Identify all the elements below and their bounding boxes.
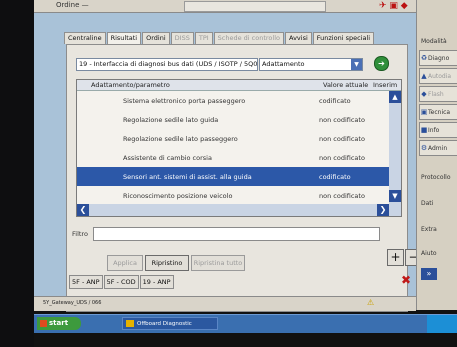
row-value: non codificato bbox=[319, 135, 365, 143]
status-bar: 5Y_Gateway_UDS / 066 ⚠ bbox=[34, 296, 416, 311]
sidebar-item-autodiagnosi[interactable]: ▲Autodia bbox=[419, 68, 457, 84]
go-arrow-button[interactable]: ➔ bbox=[374, 56, 389, 71]
sidebar-dati[interactable]: Dati bbox=[421, 200, 433, 207]
filter-label: Filtro bbox=[72, 230, 88, 238]
order-field[interactable] bbox=[184, 1, 326, 12]
chevron-up-icon[interactable]: ▲ bbox=[389, 91, 401, 103]
tab-centraline[interactable]: Centraline bbox=[64, 32, 106, 44]
tab-risultati[interactable]: Risultati bbox=[106, 32, 142, 44]
tab-diss[interactable]: DISS bbox=[170, 32, 194, 44]
row-param: Sistema elettronico porta passeggero bbox=[123, 97, 246, 105]
horizontal-scrollbar[interactable]: ❮ ❯ bbox=[77, 204, 389, 216]
chevron-down-icon[interactable]: ▼ bbox=[351, 59, 362, 70]
row-value: non codificato bbox=[319, 154, 365, 162]
tab-tpi[interactable]: TPI bbox=[194, 32, 213, 44]
toolbar-icons[interactable]: ✈ ▣ ◆ bbox=[379, 1, 408, 11]
function-code-bar: 5F - ANP 5F - COD 19 - ANP bbox=[69, 275, 175, 289]
car-icon: ▣ bbox=[420, 108, 428, 116]
windows-logo-icon bbox=[40, 320, 47, 327]
app-icon bbox=[126, 320, 134, 327]
sidebar-item-info[interactable]: ■Info bbox=[419, 122, 457, 138]
mode-select-value: Adattamento bbox=[262, 60, 305, 68]
row-value: codificato bbox=[319, 173, 351, 181]
flash-icon: ◆ bbox=[421, 90, 427, 98]
tab-schede-di-controllo[interactable]: Schede di controllo bbox=[213, 32, 284, 44]
list-item[interactable]: Regolazione sedile lato passeggero non c… bbox=[77, 129, 389, 148]
gear-icon: ⚙ bbox=[420, 144, 428, 152]
code-5f-cod[interactable]: 5F - COD bbox=[103, 275, 139, 289]
adaptation-list: Adattamento/parametro Valore attuale Ins… bbox=[76, 79, 402, 217]
row-param: Regolazione sedile lato passeggero bbox=[123, 135, 238, 143]
mode-select[interactable]: Adattamento ▼ bbox=[259, 58, 363, 71]
close-icon[interactable]: ✖ bbox=[401, 273, 411, 287]
sidebar-extra[interactable]: Extra bbox=[421, 226, 437, 233]
order-bar: Ordine — ✈ ▣ ◆ bbox=[34, 0, 416, 13]
sidebar-item-diagnosi[interactable]: ♻Diagno bbox=[419, 50, 457, 66]
order-label: Ordine — bbox=[56, 1, 89, 9]
warning-icon: ⚠ bbox=[367, 298, 375, 307]
plus-button[interactable]: + bbox=[387, 249, 404, 266]
windows-taskbar: start Offboard Diagnostic bbox=[34, 314, 457, 333]
row-param: Assistente di cambio corsia bbox=[123, 154, 212, 162]
interface-select[interactable]: 19 - Interfaccia di diagnosi bus dati (U… bbox=[76, 58, 258, 71]
list-header: Adattamento/parametro Valore attuale Ins… bbox=[77, 80, 401, 91]
chevron-left-icon[interactable]: ❮ bbox=[77, 204, 89, 216]
triangle-icon: ▲ bbox=[421, 72, 427, 80]
reset-all-button[interactable]: Ripristina tutto bbox=[191, 255, 245, 271]
list-item[interactable]: Sistema elettronico porta passeggero cod… bbox=[77, 91, 389, 110]
odis-application-window: Ordine — ✈ ▣ ◆ Centraline Risultati Ordi… bbox=[34, 0, 457, 312]
list-item[interactable]: Riconoscimento posizione veicolo non cod… bbox=[77, 186, 389, 205]
row-param: Regolazione sedile lato guida bbox=[123, 116, 219, 124]
row-value: non codificato bbox=[319, 116, 365, 124]
sidebar-item-admin[interactable]: ⚙Admin bbox=[419, 140, 457, 156]
row-param: Sensori ant. sistemi di assist. alla gui… bbox=[123, 173, 252, 181]
row-value: codificato bbox=[319, 97, 351, 105]
sidebar-protocollo[interactable]: Protocollo bbox=[421, 174, 451, 181]
taskbar-item-offboard-diagnostic[interactable]: Offboard Diagnostic bbox=[122, 317, 218, 330]
header-extra: Inserim bbox=[373, 81, 398, 89]
code-19-anp[interactable]: 19 - ANP bbox=[139, 275, 174, 289]
reset-button[interactable]: Ripristino bbox=[145, 255, 189, 271]
sidebar-item-flash[interactable]: ◆Flash bbox=[419, 86, 457, 102]
status-label: 5Y_Gateway_UDS / 066 bbox=[43, 300, 102, 306]
sidebar-header: Modalità bbox=[421, 38, 447, 45]
code-5f-anp[interactable]: 5F - ANP bbox=[69, 275, 103, 289]
sidebar-item-tecnica[interactable]: ▣Tecnica bbox=[419, 104, 457, 120]
tab-avvisi[interactable]: Avvisi bbox=[285, 32, 312, 44]
start-button[interactable]: start bbox=[37, 317, 81, 330]
header-value: Valore attuale bbox=[323, 81, 369, 89]
list-item-selected[interactable]: Sensori ant. sistemi di assist. alla gui… bbox=[77, 167, 389, 186]
header-param: Adattamento/parametro bbox=[91, 81, 170, 89]
chevron-down-icon[interactable]: ▼ bbox=[389, 190, 401, 202]
monitor-screen: Ordine — ✈ ▣ ◆ Centraline Risultati Ordi… bbox=[34, 0, 457, 347]
row-value: non codificato bbox=[319, 192, 365, 200]
row-param: Riconoscimento posizione veicolo bbox=[123, 192, 233, 200]
list-item[interactable]: Regolazione sedile lato guida non codifi… bbox=[77, 110, 389, 129]
chevron-right-icon[interactable]: ❯ bbox=[377, 204, 389, 216]
list-item[interactable]: Assistente di cambio corsia non codifica… bbox=[77, 148, 389, 167]
apply-button[interactable]: Applica bbox=[107, 255, 143, 271]
main-tabs: Centraline Risultati Ordini DISS TPI Sch… bbox=[64, 32, 375, 44]
mode-sidebar: Modalità ♻Diagno ▲Autodia ◆Flash ▣Tecnic… bbox=[416, 0, 457, 310]
adaptation-panel: 19 - Interfaccia di diagnosi bus dati (U… bbox=[66, 44, 422, 312]
vertical-scrollbar[interactable]: ▲ ▼ bbox=[389, 91, 401, 216]
tab-funzioni-speciali[interactable]: Funzioni speciali bbox=[312, 32, 375, 44]
tab-ordini[interactable]: Ordini bbox=[142, 32, 170, 44]
filter-input[interactable] bbox=[93, 227, 380, 241]
system-tray bbox=[427, 315, 457, 333]
recycle-icon: ♻ bbox=[420, 54, 428, 62]
info-icon: ■ bbox=[420, 126, 428, 134]
double-chevron-right-icon[interactable]: » bbox=[421, 268, 437, 280]
sidebar-aiuto[interactable]: Aiuto bbox=[421, 250, 437, 257]
